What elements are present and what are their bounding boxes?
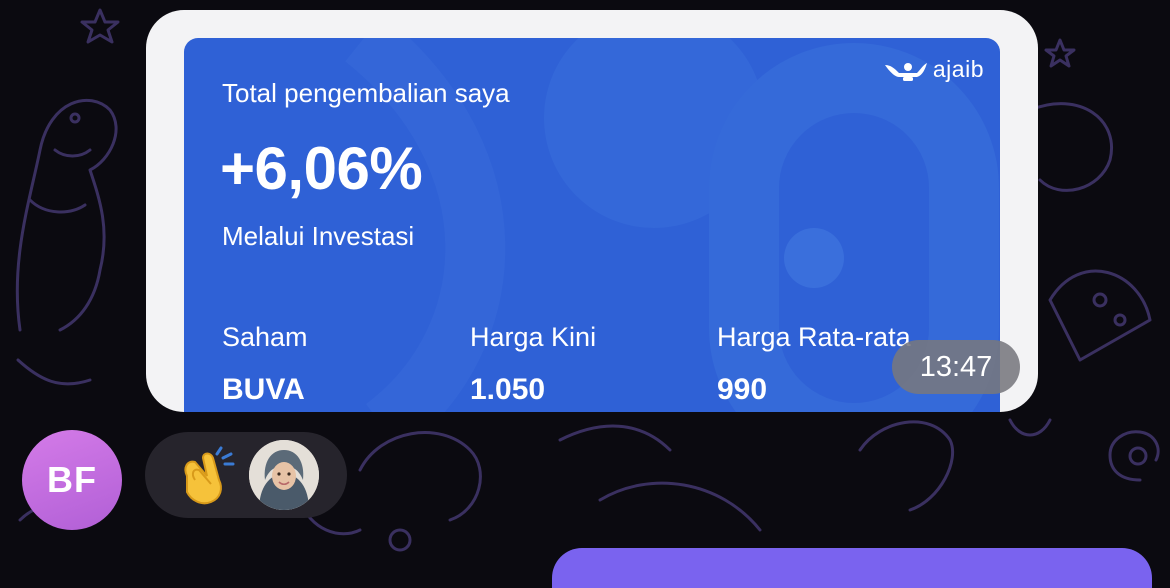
brand-name: ajaib — [932, 56, 984, 82]
reactor-avatar[interactable] — [249, 440, 319, 510]
average-price-value: 990 — [717, 373, 768, 406]
current-price-column: Harga Kini 1.050 — [470, 322, 596, 407]
stock-column: Saham BUVA — [222, 322, 308, 407]
average-price-header: Harga Rata-rata — [717, 322, 911, 352]
investment-return-card: ajaib Total pengembalian saya +6,06% Mel… — [184, 38, 1000, 412]
sender-avatar[interactable]: BF — [22, 430, 122, 530]
reaction-pill[interactable] — [145, 432, 347, 518]
brand-logo: ajaib — [883, 56, 984, 83]
stock-value: BUVA — [222, 373, 305, 406]
return-label: Total pengembalian saya — [222, 78, 510, 108]
message-timestamp: 13:47 — [892, 340, 1020, 394]
return-value: +6,06% — [220, 135, 423, 202]
return-subtitle: Melalui Investasi — [222, 221, 415, 251]
genie-lamp-icon — [883, 57, 929, 83]
average-price-column: Harga Rata-rata 990 — [717, 322, 911, 407]
current-price-value: 1.050 — [470, 373, 546, 406]
current-price-header: Harga Kini — [470, 322, 597, 352]
clapping-hands-icon — [173, 446, 239, 506]
stock-header: Saham — [222, 322, 308, 352]
outgoing-message-bubble[interactable] — [552, 548, 1152, 588]
